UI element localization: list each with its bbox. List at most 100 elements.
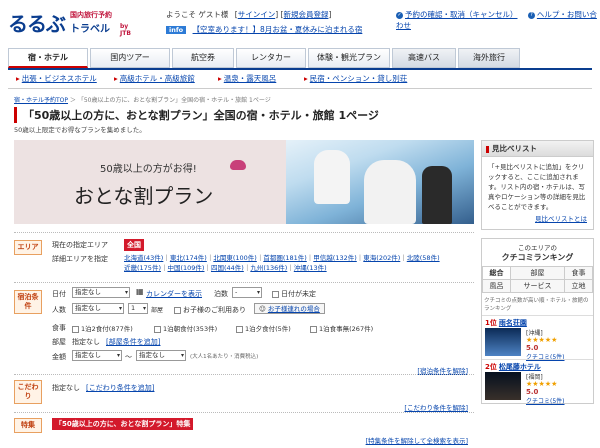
child-icon: ☺ [259,305,266,313]
ranking-hotel-link[interactable]: 松尾藤ホテル [499,363,541,371]
subnav-minshuku[interactable]: 民宿・ペンション・貸し別荘 [304,71,408,87]
signin-link[interactable]: サインイン [238,10,276,19]
area-link-shikoku[interactable]: 四国(44件) [211,264,244,272]
area-link-tohoku[interactable]: 東北(174件) [170,254,207,262]
logo-sub1: 国内旅行予約 [70,11,112,19]
compare-list-title: 見比べリスト [482,141,593,157]
price-label: 金額 [52,353,66,361]
logo-sub2: トラベル [70,24,110,35]
date-undecided-checkbox[interactable] [272,290,279,298]
child-checkbox[interactable] [174,306,181,314]
area-link-shutoken[interactable]: 首都圏(181件) [263,254,306,262]
preferences-section: こだわり 指定なし [こだわり条件を追加] [こだわり条件を解除] [14,374,474,412]
ranking-note: クチコミの点数が高い順・ホテル・旅館のランキング [484,298,589,312]
logo-main: るるぶ [8,12,66,36]
tab-hotel[interactable]: 宿・ホテル [8,48,88,68]
register-link[interactable]: 新規会員登録 [283,10,328,19]
meal-checkbox[interactable] [310,325,317,333]
ranking-tabs: 総合 部屋 食事 風呂 サービス 立地 [482,266,593,293]
meal-checkbox[interactable] [154,325,161,333]
meal-checkbox[interactable] [236,325,243,333]
child-conditions-label: お子様連れの場合 [267,305,320,313]
nights-label: 泊数 [214,290,228,298]
area-link-hokkaido[interactable]: 北海道(43件) [124,254,163,262]
area-link-kitakanto[interactable]: 北関東(100件) [213,254,256,262]
breadcrumb-home[interactable]: 宿・ホテル予約TOP [14,97,68,104]
area-label: エリア [14,240,42,255]
search-panel: エリア 現在の指定エリア 全国 詳細エリアを指定 北海道(43件)｜東北(174… [14,232,474,448]
meal-label: 食事 [52,324,66,332]
ranking-tab-service[interactable]: サービス [509,279,566,293]
banner-photo-man [314,150,350,204]
nights-select[interactable]: - [232,287,262,298]
reservation-link[interactable]: 予約の確認・取消（キャンセル） [405,10,518,19]
info-tag: info [166,26,187,34]
info-message-link[interactable]: 【空室あります！】8月お盆・夏休みに泊まれる宿 [193,25,363,34]
room-conditions-link[interactable]: [部屋条件を追加] [106,337,160,347]
ranking-hotel-link[interactable]: 雨名荘園 [499,319,527,327]
ranking-reviews-link[interactable]: クチコミ(5件) [526,396,565,405]
compare-list-box: 見比べリスト 「+見比べリストに追加」をクリックすると、ここに追加されます。リス… [481,140,594,230]
tab-domestic-tour[interactable]: 国内ツアー [90,48,170,68]
stay-label: 宿泊条件 [14,290,42,314]
tab-flights[interactable]: 航空券 [172,48,234,68]
price-range-separator: ～ [125,353,132,361]
subnav-business[interactable]: 出張・ビジネスホテル [16,71,97,87]
date-undecided-label: 日付が未定 [281,290,316,298]
reservation-icon: ✓ [396,11,403,19]
area-link-hokuriku[interactable]: 北陸(58件) [407,254,440,262]
tab-highway-bus[interactable]: 高速バス [392,48,456,68]
breadcrumb-current: 「50歳以上の方に、おとな割プラン」全国の宿・ホテル・旅館 1ページ [77,97,271,104]
banner-photo-chair [422,166,452,224]
compare-list-help-link[interactable]: 見比べリストとは [488,214,587,224]
area-link-chugoku[interactable]: 中国(109件) [167,264,204,272]
child-label: お子様のご利用あり [183,306,246,314]
tab-overseas[interactable]: 海外旅行 [458,48,520,68]
star-rating-icon: ★★★★★ [526,380,558,388]
price-to-select[interactable]: 指定なし [136,350,186,361]
subnav-onsen[interactable]: 温泉・露天風呂 [218,71,277,87]
ranking-tab-bath[interactable]: 風呂 [482,279,511,293]
right-sidebar: 見比べリスト 「+見比べリストに追加」をクリックすると、ここに追加されます。リス… [481,140,594,405]
info-bar: info 【空室あります！】8月お盆・夏休みに泊まれる宿 [166,24,362,35]
ranking-hotel-photo[interactable] [485,372,521,400]
area-link-koshinetsu[interactable]: 甲信越(132件) [313,254,356,262]
price-from-select[interactable]: 指定なし [72,350,122,361]
banner-photo-woman [364,160,416,224]
area-section: エリア 現在の指定エリア 全国 詳細エリアを指定 北海道(43件)｜東北(174… [14,232,474,282]
banner-line1: 50歳以上の方がお得! [100,164,197,175]
child-conditions-button[interactable]: ☺ お子様連れの場合 [254,303,325,314]
tab-rentacar[interactable]: レンタカー [236,48,306,68]
ranking-tab-room[interactable]: 部屋 [509,266,566,280]
rooms-select[interactable]: 1 [128,303,148,314]
meal-checkbox[interactable] [72,325,79,333]
ranking-tab-location[interactable]: 立地 [564,279,593,293]
tab-activities[interactable]: 体験・観光プラン [308,48,390,68]
subnav-luxury[interactable]: 高級ホテル・高級旅館 [114,71,195,87]
ranking-item[interactable]: 2位 松尾藤ホテル [福岡] ★★★★★ 5.0 クチコミ(5件) [482,359,593,405]
date-select[interactable]: 指定なし [72,287,130,298]
area-link-tokai[interactable]: 東海(202件) [363,254,400,262]
clear-preferences-link[interactable]: [こだわり条件を解除] [404,402,468,412]
area-link-okinawa[interactable]: 沖縄(13件) [294,264,327,272]
people-select[interactable]: 指定なし [72,303,124,314]
ranking-tab-overall[interactable]: 総合 [482,266,511,280]
detail-area-label: 詳細エリアを指定 [52,255,108,263]
feature-label: 特集 [14,418,42,433]
room-value: 指定なし [72,338,100,346]
stay-section: 宿泊条件 日付 指定なし ▦ カレンダーを表示 泊数 - 日付が未定 人数 指定… [14,282,474,375]
ranking-item[interactable]: 1位 雨名荘園 [沖縄] ★★★★★ 5.0 クチコミ(5件) [482,315,593,361]
add-preferences-link[interactable]: [こだわり条件を追加] [86,383,154,393]
meal-option: 1泊食事無(267件) [319,325,374,333]
area-link-kinki[interactable]: 近畿(175件) [124,264,161,272]
main-nav: 宿・ホテル 国内ツアー 航空券 レンタカー 体験・観光プラン 高速バス 海外旅行 [8,48,592,68]
site-logo[interactable]: るるぶ 国内旅行予約 トラベル by JTB [8,6,138,40]
clear-feature-link[interactable]: [特集条件を解除して全検索を表示] [366,435,468,445]
ranking-tab-meal[interactable]: 食事 [564,266,593,280]
area-link-kyushu[interactable]: 九州(136件) [250,264,287,272]
people-label: 人数 [52,306,66,314]
calendar-link[interactable]: カレンダーを表示 [146,289,202,299]
review-ranking-box: このエリアの クチコミランキング 総合 部屋 食事 風呂 サービス 立地 クチコミ… [481,238,594,405]
room-label: 部屋 [52,338,66,346]
ranking-hotel-photo[interactable] [485,328,521,356]
